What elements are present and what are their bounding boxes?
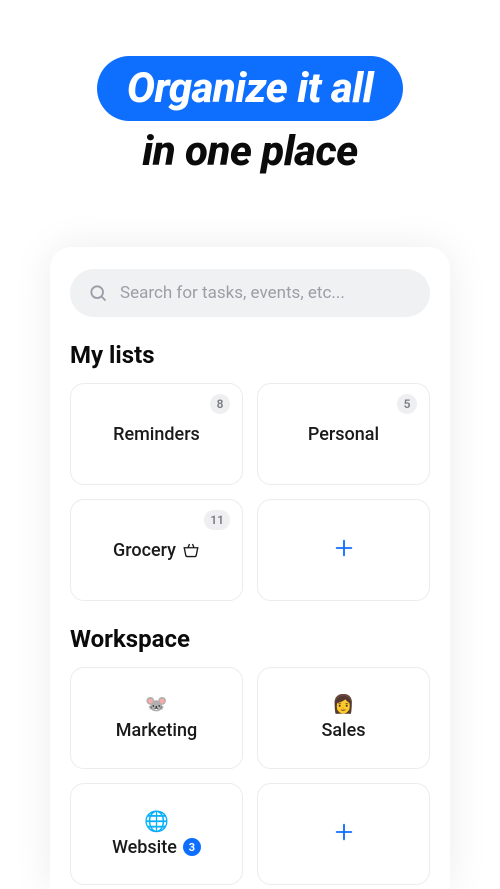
workspace-card-marketing[interactable]: 🐭 Marketing — [70, 667, 243, 769]
card-label: Marketing — [116, 720, 197, 741]
plus-icon — [333, 536, 355, 564]
globe-icon: 🌐 — [144, 811, 169, 831]
section-title-workspace: Workspace — [70, 625, 430, 653]
mylists-grid: 8 Reminders 5 Personal 11 Grocery — [70, 383, 430, 601]
hero-subline: in one place — [0, 127, 500, 176]
list-card-personal[interactable]: 5 Personal — [257, 383, 430, 485]
count-badge: 5 — [397, 394, 417, 414]
search-placeholder: Search for tasks, events, etc... — [120, 283, 345, 303]
workspace-card-sales[interactable]: 👩 Sales — [257, 667, 430, 769]
emoji-icon: 👩 — [332, 696, 354, 714]
add-workspace-button[interactable] — [257, 783, 430, 885]
count-badge: 11 — [204, 510, 230, 530]
card-label: Reminders — [113, 424, 200, 445]
hero: Organize it all in one place — [0, 0, 500, 176]
emoji-icon: 🐭 — [145, 696, 167, 714]
section-title-mylists: My lists — [70, 341, 430, 369]
card-label-text: Website — [112, 837, 177, 858]
search-icon — [88, 283, 108, 303]
workspace-card-website[interactable]: 🌐 Website 3 — [70, 783, 243, 885]
card-label-text: Grocery — [113, 540, 176, 561]
card-label: Personal — [308, 424, 379, 445]
search-input[interactable]: Search for tasks, events, etc... — [70, 269, 430, 317]
list-card-reminders[interactable]: 8 Reminders — [70, 383, 243, 485]
plus-icon — [333, 820, 355, 848]
basket-icon — [182, 541, 200, 559]
add-list-button[interactable] — [257, 499, 430, 601]
list-card-grocery[interactable]: 11 Grocery — [70, 499, 243, 601]
card-label: Sales — [321, 720, 365, 741]
card-label: Grocery — [113, 540, 200, 561]
count-badge: 8 — [210, 394, 230, 414]
notification-badge: 3 — [183, 838, 201, 856]
hero-headline-pill: Organize it all — [97, 56, 403, 121]
main-panel: Search for tasks, events, etc... My list… — [50, 247, 450, 889]
workspace-grid: 🐭 Marketing 👩 Sales 🌐 Website 3 — [70, 667, 430, 885]
card-label: Website 3 — [112, 837, 201, 858]
